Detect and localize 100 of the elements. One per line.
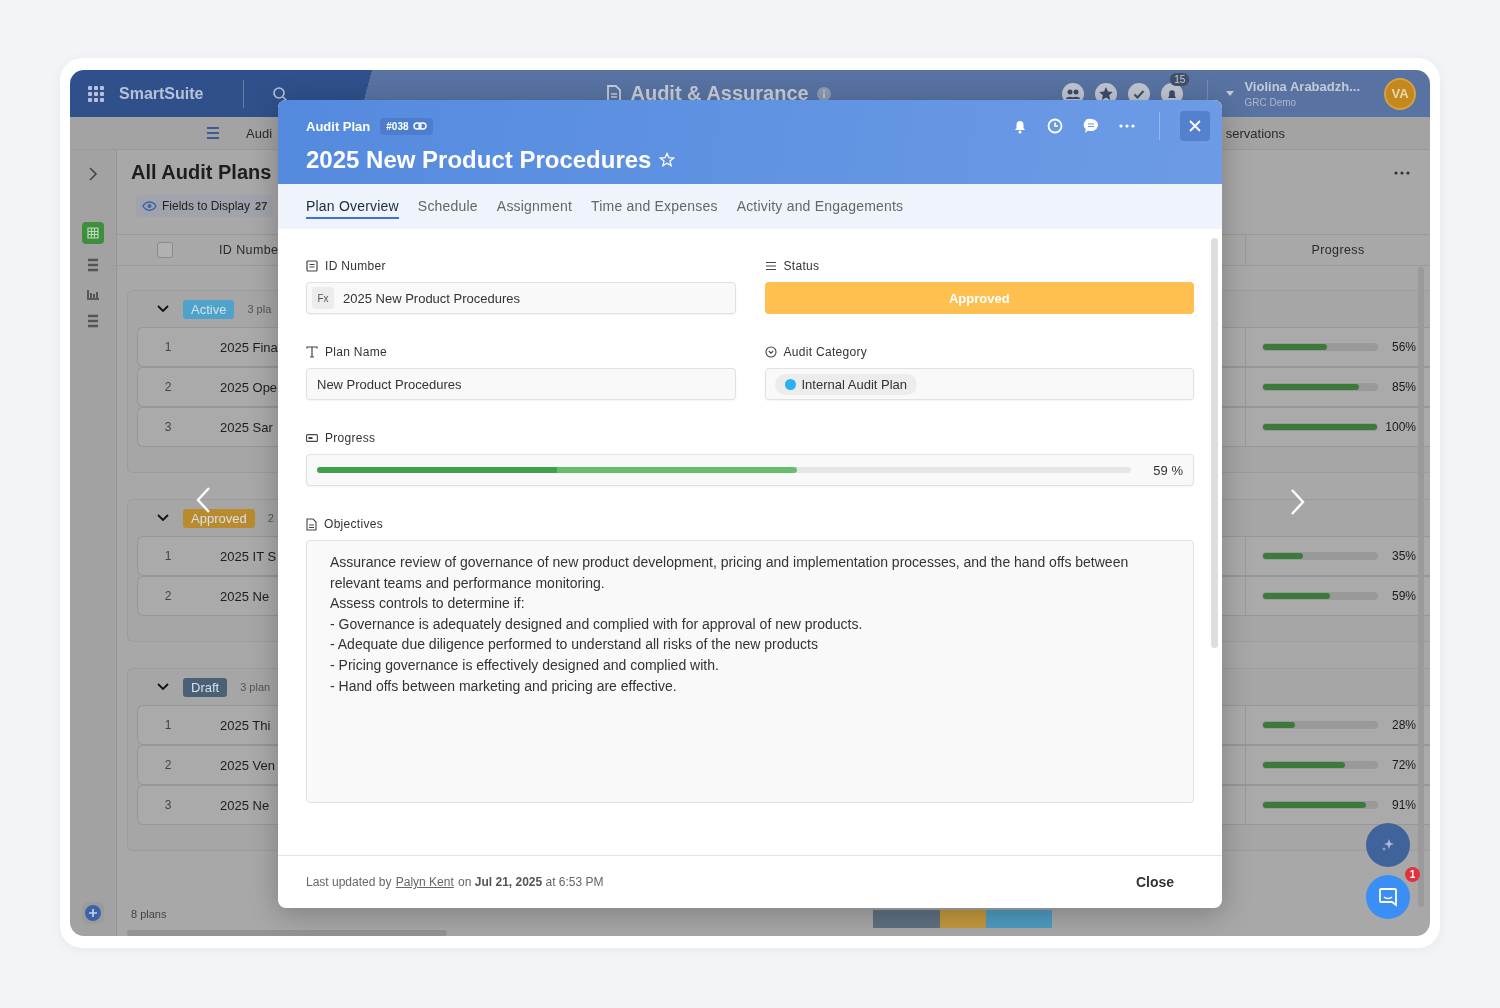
table-cell: 2025 Sar [220,419,273,435]
chevron-down-icon[interactable] [157,514,169,522]
grid-view-icon[interactable] [82,222,104,244]
vertical-scrollbar[interactable] [1418,267,1424,907]
document-icon [306,517,317,531]
status-tag: Active [183,299,235,319]
field-label: Plan Name [325,345,388,359]
chevron-down-icon[interactable] [157,305,169,313]
author-link[interactable]: Palyn Kent [395,875,454,889]
user-name: Violina Arabadzh... [1244,79,1360,94]
text-field[interactable]: New Product Procedures [306,368,736,400]
group-count: 2 [267,512,274,524]
document-icon [606,84,623,103]
notification-badge: 15 [1170,72,1190,86]
progress-icon [306,434,318,442]
caret-icon[interactable] [1226,91,1235,96]
row-number: 3 [163,798,173,812]
previous-button[interactable] [195,486,211,514]
status-tag: Draft [183,677,228,697]
list-icon[interactable] [86,314,100,328]
progress-value: 35% [1390,549,1417,563]
last-updated-text: Last updated by Palyn Kent on Jul 21, 2025 at 6:53 PM [306,875,604,889]
close-button[interactable]: Close [1129,873,1180,891]
tab[interactable]: Schedule [417,194,478,219]
column-header: Progress [1245,235,1430,265]
field-label: Objectives [324,517,384,531]
objectives-text-area[interactable]: Assurance review of governance of new product development, pricing and implementation processes, and the hand offs between relevant teams and performance monitoring. Assess controls to determine if: - Governance is adequately designed and complied with for approval of new products. - Adequate due diligence performed to understand all risks of the new products - Pricing governance is effectively designed and complied with. - Hand offs between marketing and pricing are effective. [306,540,1194,803]
next-button[interactable] [1290,488,1306,516]
star-icon[interactable] [659,152,676,168]
progress-value: 100% [1384,420,1417,434]
field-label: Status [783,259,820,273]
progress-value: 91% [1390,798,1417,812]
record-title: 2025 New Product Procedures [306,146,652,174]
clock-icon[interactable] [1047,118,1063,134]
row-number: 2 [163,380,173,394]
document-icon [306,260,318,272]
progress-value: 85% [1390,380,1417,394]
brand-name: SmartSuite [119,84,204,103]
chevron-left-icon [195,486,211,514]
formula-field: Fx 2025 New Product Procedures [306,282,736,314]
table-cell: 2025 Ne [220,797,270,813]
text-format-icon [306,346,318,358]
table-cell: 2025 Ven [220,757,275,773]
field-label: Progress [325,431,376,445]
row-number: 1 [163,549,173,563]
progress-value: 59 % [1152,462,1184,478]
bell-icon[interactable] [1013,118,1027,134]
record-count: 8 plans [130,908,168,920]
list-icon [764,261,777,271]
select-field[interactable]: Internal Audit Plan [764,368,1194,400]
select-all-checkbox[interactable] [157,242,173,258]
row-number: 2 [163,758,173,772]
solution-title: Audit & Assurance [630,82,809,105]
close-button[interactable] [1180,111,1210,141]
row-number: 1 [163,340,173,354]
field-label: ID Number [325,259,386,273]
record-type: Audit Plan [306,118,371,134]
field-label: Audit Category [783,345,868,359]
chevron-circle-icon [764,346,777,358]
horizontal-scrollbar[interactable] [127,930,447,936]
row-number: 1 [163,718,173,732]
search-icon[interactable] [272,85,289,102]
chat-icon [1378,887,1398,907]
link-icon [412,122,427,130]
chevron-right-icon [1290,488,1306,516]
table-cell: 2025 IT S [220,548,277,564]
fields-to-display-button[interactable]: Fields to Display 27 [136,195,274,217]
row-number: 3 [163,420,173,434]
add-button[interactable] [82,902,104,924]
column-header: ID Numbe [218,243,280,257]
comment-icon[interactable] [1083,118,1099,134]
nav-tab[interactable]: servations [1225,125,1285,141]
view-title: All Audit Plans [131,161,272,184]
progress-value: 56% [1390,340,1417,354]
nav-tab[interactable]: Audi [246,125,273,141]
progress-value: 72% [1390,758,1417,772]
chevron-down-icon[interactable] [157,683,169,691]
menu-icon[interactable] [206,127,220,139]
plus-icon [85,905,101,921]
table-cell: 2025 Fina [220,339,278,355]
tab[interactable]: Activity and Engagements [736,194,904,219]
tab[interactable]: Time and Expenses [591,194,718,219]
formula-badge: Fx [312,287,334,309]
progress-value: 59% [1390,589,1417,603]
more-icon[interactable] [1119,124,1135,128]
tab[interactable]: Plan Overview [306,194,399,219]
close-icon [1189,120,1201,132]
table-cell: 2025 Ope [220,379,278,395]
apps-icon[interactable] [88,85,104,102]
tab[interactable]: Assignment [496,194,572,219]
table-cell: 2025 Thi [220,717,271,733]
list-icon[interactable] [86,258,100,272]
group-count: 3 pla [247,303,272,315]
progress-value: 28% [1390,718,1417,732]
scrollbar[interactable] [1211,238,1218,648]
workspace-name: GRC Demo [1244,97,1298,108]
more-icon[interactable] [1394,170,1410,175]
table-cell: 2025 Ne [220,588,270,604]
expand-icon[interactable] [88,166,98,182]
info-icon[interactable] [816,86,831,101]
